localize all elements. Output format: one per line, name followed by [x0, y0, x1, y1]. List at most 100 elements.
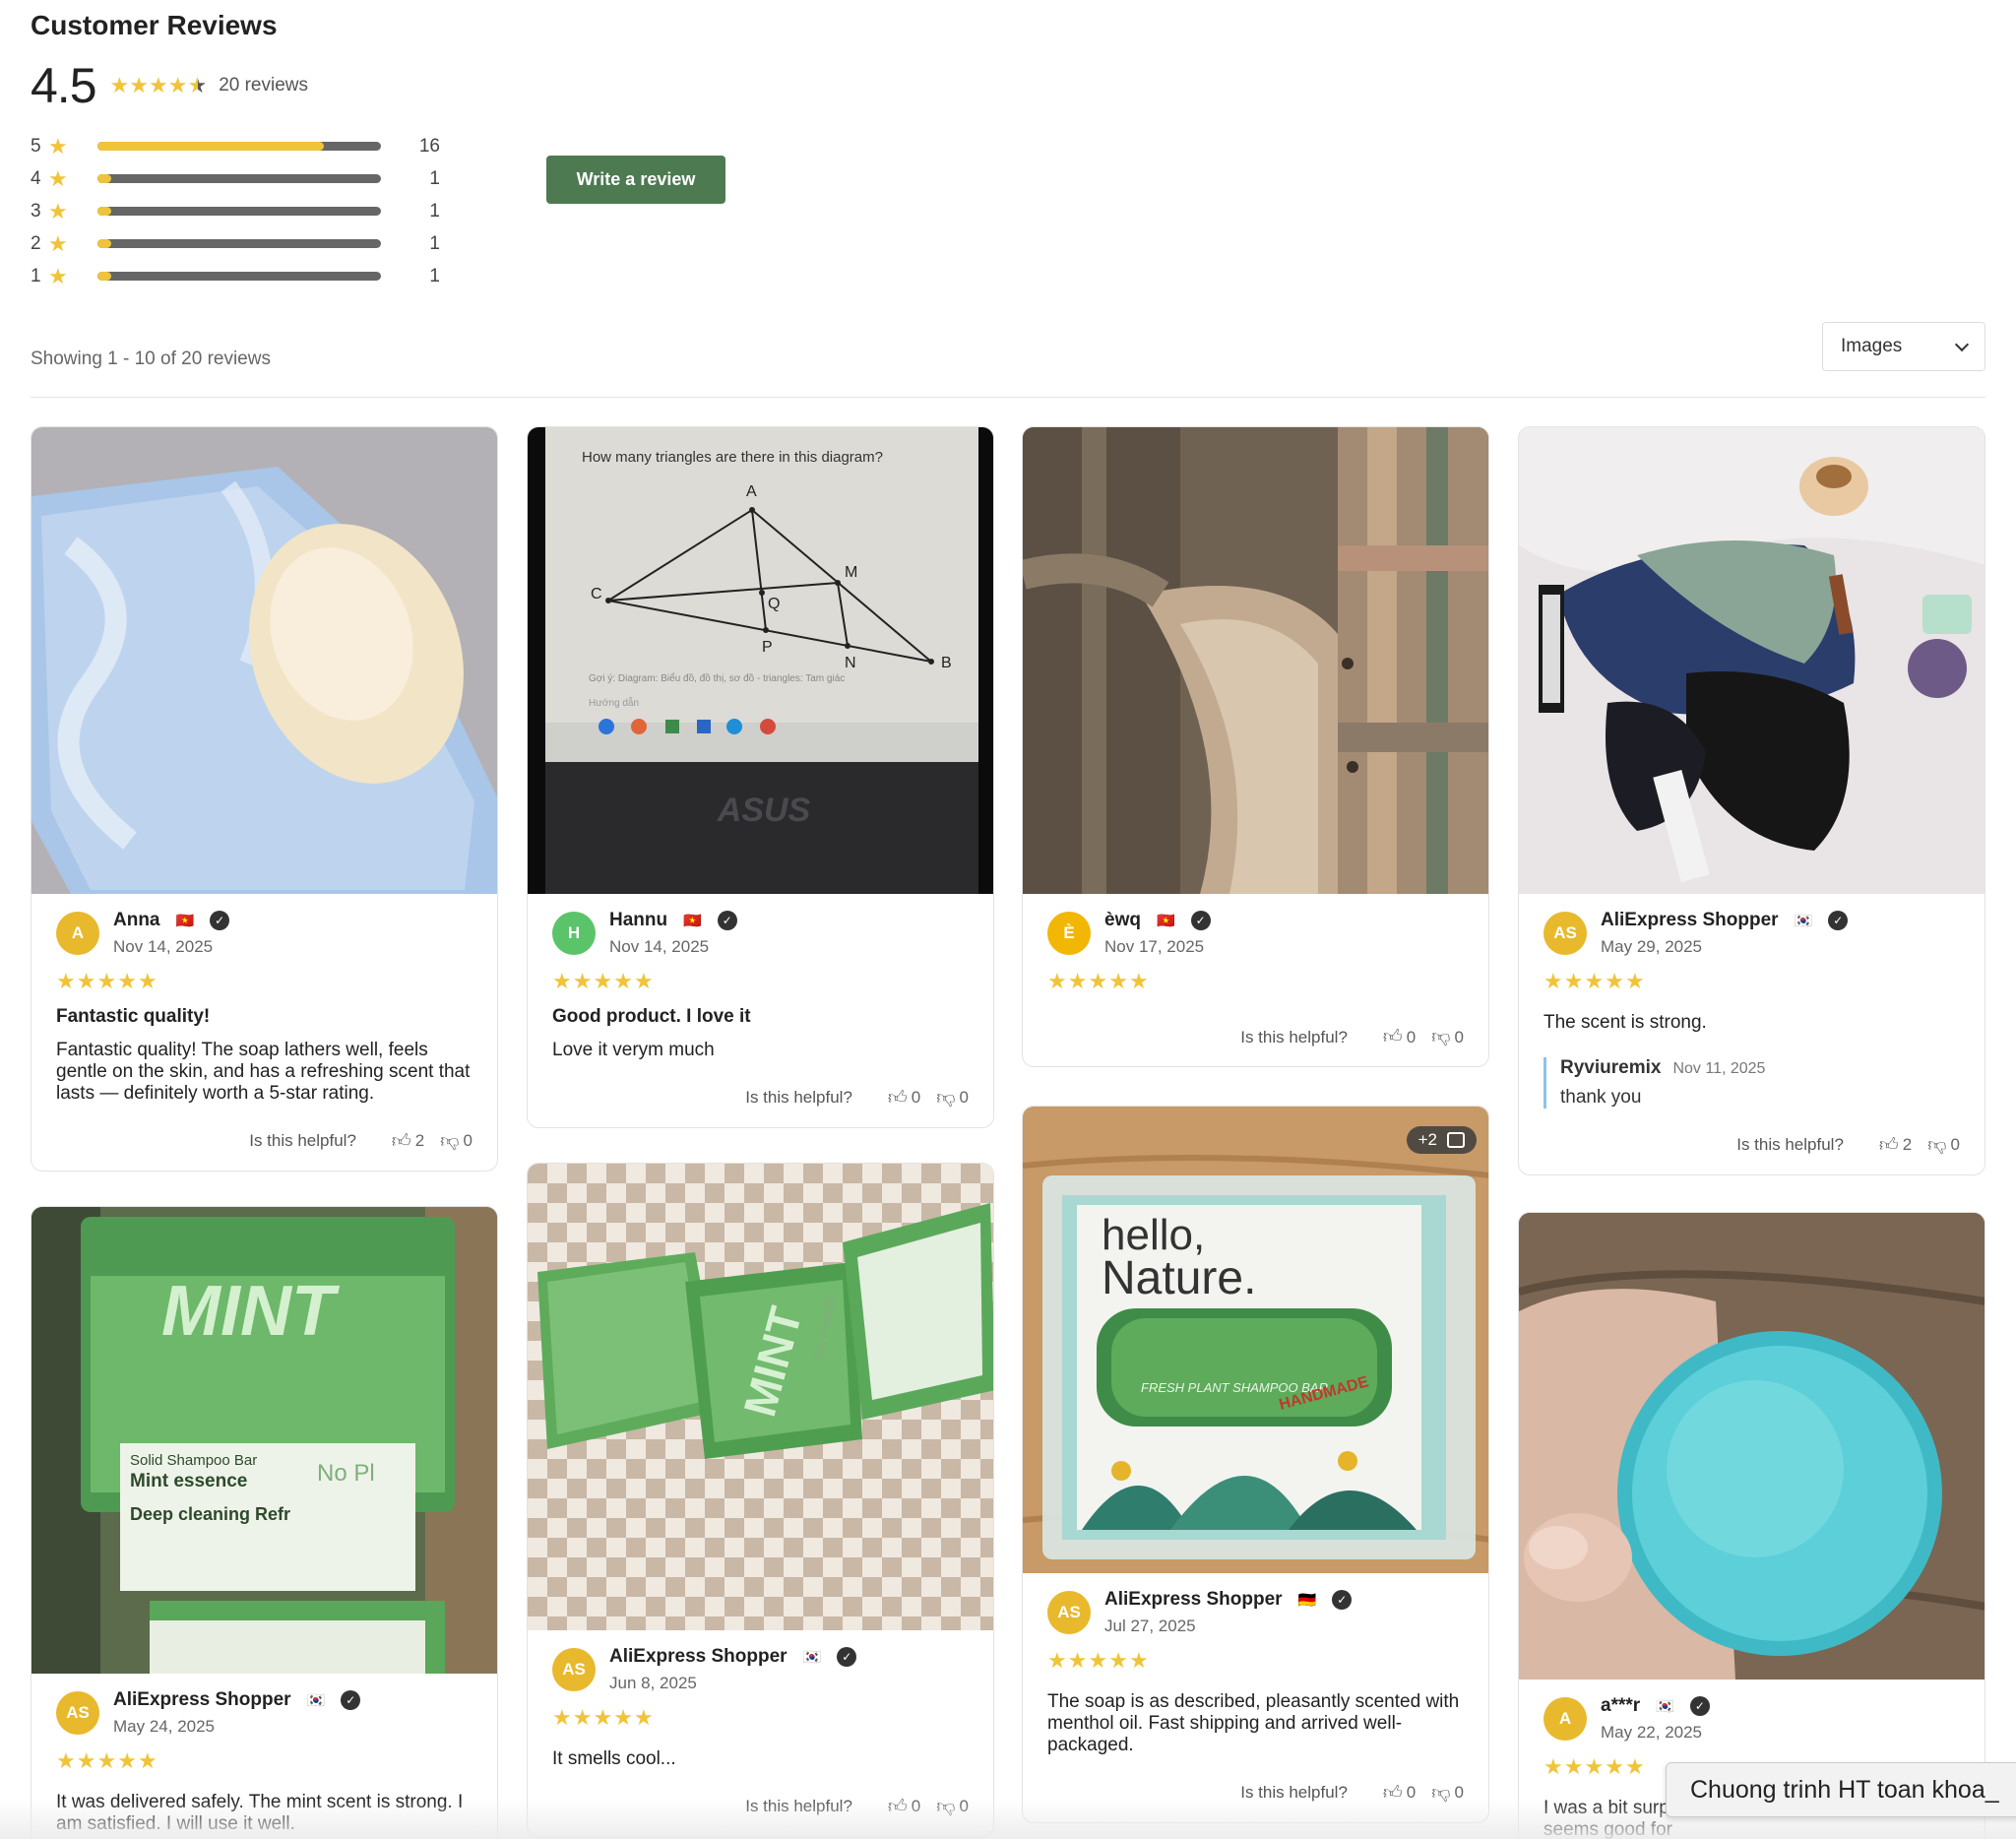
like-count: 2	[1902, 1135, 1913, 1155]
distribution-row-4[interactable]: 4 ★ 1	[31, 162, 444, 195]
distribution-row-1[interactable]: 1 ★ 1	[31, 260, 444, 292]
star-icon: ★	[48, 198, 68, 223]
like-button[interactable]: 👍︎ 2	[1879, 1134, 1912, 1157]
thumbs-up-icon: 👍︎	[1382, 1782, 1403, 1804]
review-card[interactable]: MINT Solid Shampoo Bar Mint essence Deep…	[31, 1206, 498, 1839]
avatar: H	[552, 912, 596, 955]
dislike-button[interactable]: 👎︎ 0	[1927, 1134, 1960, 1157]
review-image-plaid-shirt[interactable]	[1023, 427, 1488, 894]
diagram-label: A	[746, 483, 757, 500]
dislike-button[interactable]: 👎︎ 0	[1431, 1026, 1464, 1048]
review-title: Good product. I love it	[552, 1006, 751, 1027]
like-button[interactable]: 👍︎ 0	[888, 1796, 920, 1818]
avatar: È	[1047, 912, 1091, 955]
more-images-badge[interactable]: +2	[1406, 1126, 1477, 1154]
review-card[interactable]: AS AliExpress Shopper 🇰🇷 ✓ May 29, 2025 …	[1518, 426, 1985, 1175]
star-icon: ★	[96, 1748, 117, 1773]
star-icon: ★	[48, 133, 68, 159]
helpful-row: Is this helpful? 👍︎ 0 👎︎ 0	[1047, 1026, 1464, 1048]
dislike-button[interactable]: 👎︎ 0	[936, 1087, 969, 1110]
verified-check-icon: ✓	[1190, 911, 1211, 930]
distribution-row-5[interactable]: 5 ★ 16	[31, 130, 444, 162]
like-button[interactable]: 👍︎ 0	[888, 1087, 920, 1110]
helpful-row: Is this helpful? 👍︎ 2 👎︎ 0	[1544, 1134, 1960, 1157]
reply-text: thank you	[1560, 1086, 1642, 1108]
package-badge: No Pl	[317, 1460, 375, 1487]
star-icon: ★	[1544, 969, 1563, 993]
screen-hint: Gợi ý: Diagram: Biểu đồ, đồ thị, sơ đồ -…	[589, 672, 845, 684]
thumbs-down-icon: 👎︎	[440, 1130, 460, 1152]
star-icon: ★	[56, 969, 76, 993]
review-image-mint-bars-on-checkered-cloth[interactable]: MINT No Plastic	[528, 1164, 993, 1630]
distribution-fill	[97, 174, 112, 183]
image-icon	[1447, 1132, 1465, 1148]
like-button[interactable]: 👍︎ 2	[392, 1130, 424, 1153]
distribution-row-3[interactable]: 3 ★ 1	[31, 195, 444, 227]
review-stars: ★ ★ ★ ★ ★	[1047, 1650, 1464, 1672]
like-button[interactable]: 👍︎ 0	[1383, 1782, 1416, 1805]
dislike-button[interactable]: 👎︎ 0	[936, 1796, 969, 1818]
review-card[interactable]: MINT No Plastic AS AliExpress Shopper 🇰🇷…	[527, 1163, 994, 1837]
distribution-count: 1	[429, 232, 440, 254]
distribution-count: 1	[429, 200, 440, 222]
review-image-mint-shampoo-package[interactable]: MINT Solid Shampoo Bar Mint essence Deep…	[32, 1207, 497, 1674]
star-icon: ★	[1108, 1648, 1128, 1673]
like-count: 0	[911, 1797, 921, 1816]
reviewer-name: AliExpress Shopper	[1601, 910, 1779, 930]
star-icon: ★	[1624, 969, 1645, 993]
thumbs-up-icon: 👍︎	[887, 1087, 908, 1109]
avatar: AS	[1544, 912, 1587, 955]
review-image-blue-shampoo-bar-in-hand[interactable]	[1519, 1213, 1984, 1680]
distribution-count: 1	[429, 265, 440, 286]
review-date: May 22, 2025	[1601, 1723, 1703, 1742]
average-rating: 4.5	[31, 58, 97, 113]
country-flag-icon: 🇩🇪	[1297, 1592, 1317, 1609]
reviewer-name: Hannu	[609, 910, 668, 930]
reviewer-name: AliExpress Shopper	[609, 1646, 788, 1667]
review-card[interactable]: A a***r 🇰🇷 ✓ May 22, 2025 ★ ★ ★ ★ ★ I was a …	[1518, 1212, 1985, 1839]
verified-check-icon: ✓	[210, 911, 230, 930]
dislike-button[interactable]: 👎︎ 0	[440, 1130, 472, 1153]
star-icon: ★	[593, 1705, 613, 1730]
review-image-underwear-and-items[interactable]	[1519, 427, 1984, 894]
write-review-button[interactable]: Write a review	[546, 156, 725, 204]
divider	[31, 397, 1985, 398]
review-image-soap-on-towel[interactable]	[32, 427, 497, 894]
diagram-label: B	[941, 655, 952, 671]
distribution-star-label: 4	[31, 167, 41, 189]
filter-select[interactable]: Images	[1822, 322, 1985, 371]
notification-toast[interactable]: Chuong trinh HT toan khoa_	[1666, 1762, 2016, 1817]
star-icon: ★	[1584, 969, 1605, 993]
distribution-bar	[97, 272, 381, 281]
review-text: Love it verym much	[552, 1040, 715, 1060]
review-card[interactable]: hello, Nature. FRESH PLANT SHAMPOO BAR H…	[1022, 1106, 1489, 1823]
helpful-label: Is this helpful?	[1240, 1783, 1348, 1803]
review-text: It smells cool...	[552, 1748, 676, 1769]
package-text: Mint essence	[130, 1471, 247, 1491]
distribution-row-2[interactable]: 2 ★ 1	[31, 227, 444, 260]
average-stars: ★ ★ ★ ★ ★	[110, 75, 208, 96]
distribution-fill	[97, 272, 112, 281]
star-icon: ★	[56, 1748, 76, 1773]
star-icon: ★	[1067, 969, 1088, 993]
review-card[interactable]: È èwq 🇻🇳 ✓ Nov 17, 2025 ★ ★ ★ ★ ★ Is this he…	[1022, 426, 1489, 1067]
star-icon: ★	[48, 165, 68, 191]
dislike-count: 0	[959, 1088, 969, 1108]
star-icon: ★	[572, 1705, 593, 1730]
dislike-button[interactable]: 👎︎ 0	[1431, 1782, 1464, 1805]
like-button[interactable]: 👍︎ 0	[1383, 1026, 1416, 1048]
review-image-triangle-diagram-screen[interactable]: ASUS How many triangles are there in thi…	[528, 427, 993, 894]
distribution-bar	[97, 207, 381, 216]
star-icon: ★	[613, 1705, 633, 1730]
thumbs-down-icon: 👎︎	[936, 1087, 956, 1109]
chevron-down-icon	[1954, 337, 1970, 351]
helpful-label: Is this helpful?	[1736, 1135, 1844, 1155]
helpful-row: Is this helpful? 👍︎ 0 👎︎ 0	[552, 1796, 969, 1818]
package-text: Deep cleaning Refr	[130, 1504, 290, 1524]
verified-check-icon: ✓	[837, 1647, 857, 1667]
avatar: AS	[552, 1648, 596, 1691]
review-card[interactable]: ASUS How many triangles are there in thi…	[527, 426, 994, 1128]
star-icon: ★	[48, 230, 68, 256]
review-card[interactable]: A Anna 🇻🇳 ✓ Nov 14, 2025 ★ ★ ★ ★ ★ Fantastic…	[31, 426, 498, 1172]
review-image-hello-nature-box[interactable]: hello, Nature. FRESH PLANT SHAMPOO BAR H…	[1023, 1107, 1488, 1573]
